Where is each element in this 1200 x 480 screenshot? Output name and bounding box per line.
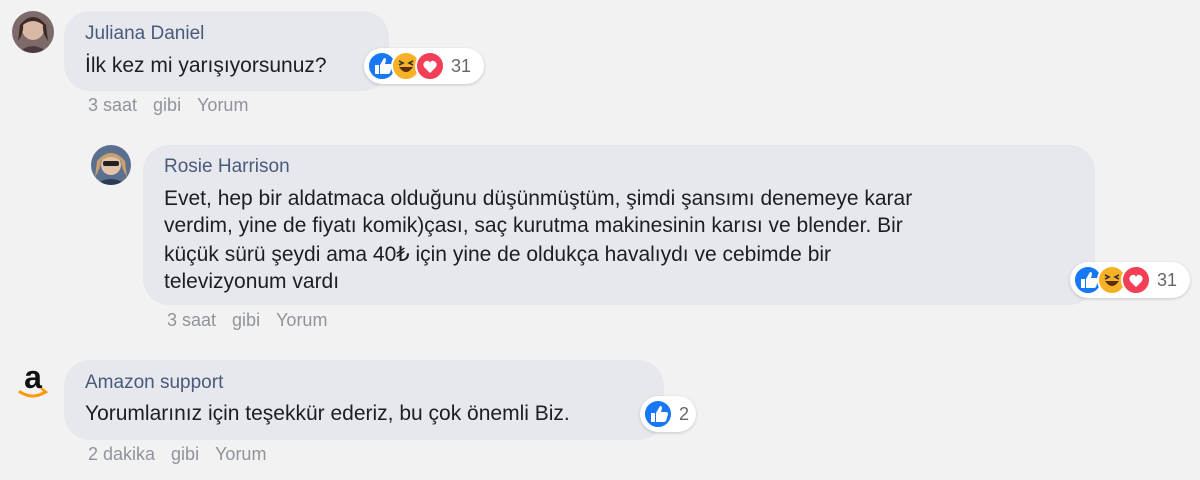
reply-link[interactable]: Yorum: [215, 444, 266, 464]
comment-text-line: televizyonum vardı: [164, 270, 340, 293]
like-link[interactable]: gibi: [171, 444, 199, 464]
reactions-summary[interactable]: 31: [1070, 262, 1190, 298]
svg-text:a: a: [24, 360, 42, 395]
comment-actions: 3 saat gibi Yorum: [167, 310, 343, 331]
reactions-summary[interactable]: 2: [640, 396, 696, 432]
reply-link[interactable]: Yorum: [197, 95, 248, 115]
like-icon: [643, 399, 673, 429]
comment-time[interactable]: 3 saat: [167, 310, 216, 330]
comment-text-line: Evet, hep bir aldatmaca olduğunu düşünmü…: [164, 187, 913, 210]
reaction-count: 31: [451, 55, 472, 76]
comment-actions: 3 saat gibi Yorum: [88, 95, 264, 116]
love-icon: [415, 51, 445, 81]
reply-link[interactable]: Yorum: [276, 310, 327, 330]
amazon-logo-icon[interactable]: a: [12, 360, 54, 402]
comment-actions: 2 dakika gibi Yorum: [88, 444, 282, 465]
comment-text-line: küçük sürü şeydi ama 40₺ için yine de ol…: [164, 243, 832, 266]
like-link[interactable]: gibi: [153, 95, 181, 115]
love-icon: [1121, 265, 1151, 295]
like-link[interactable]: gibi: [232, 310, 260, 330]
reaction-count: 2: [679, 403, 690, 424]
avatar[interactable]: [91, 145, 131, 185]
comment-author[interactable]: Rosie Harrison: [164, 156, 290, 178]
reaction-count: 31: [1157, 269, 1178, 290]
comment-time[interactable]: 2 dakika: [88, 444, 155, 464]
comment-author[interactable]: Juliana Daniel: [85, 23, 204, 45]
comment-text: İlk kez mi yarışıyorsunuz?: [85, 54, 327, 77]
reactions-summary[interactable]: 31: [364, 48, 484, 84]
comment-text-line: verdim, yine de fiyatı komik)çası, saç k…: [164, 214, 903, 237]
avatar[interactable]: [12, 11, 54, 53]
comment-author[interactable]: Amazon support: [85, 372, 223, 394]
comment-text: Yorumlarınız için teşekkür ederiz, bu ço…: [85, 402, 570, 425]
comment-time[interactable]: 3 saat: [88, 95, 137, 115]
